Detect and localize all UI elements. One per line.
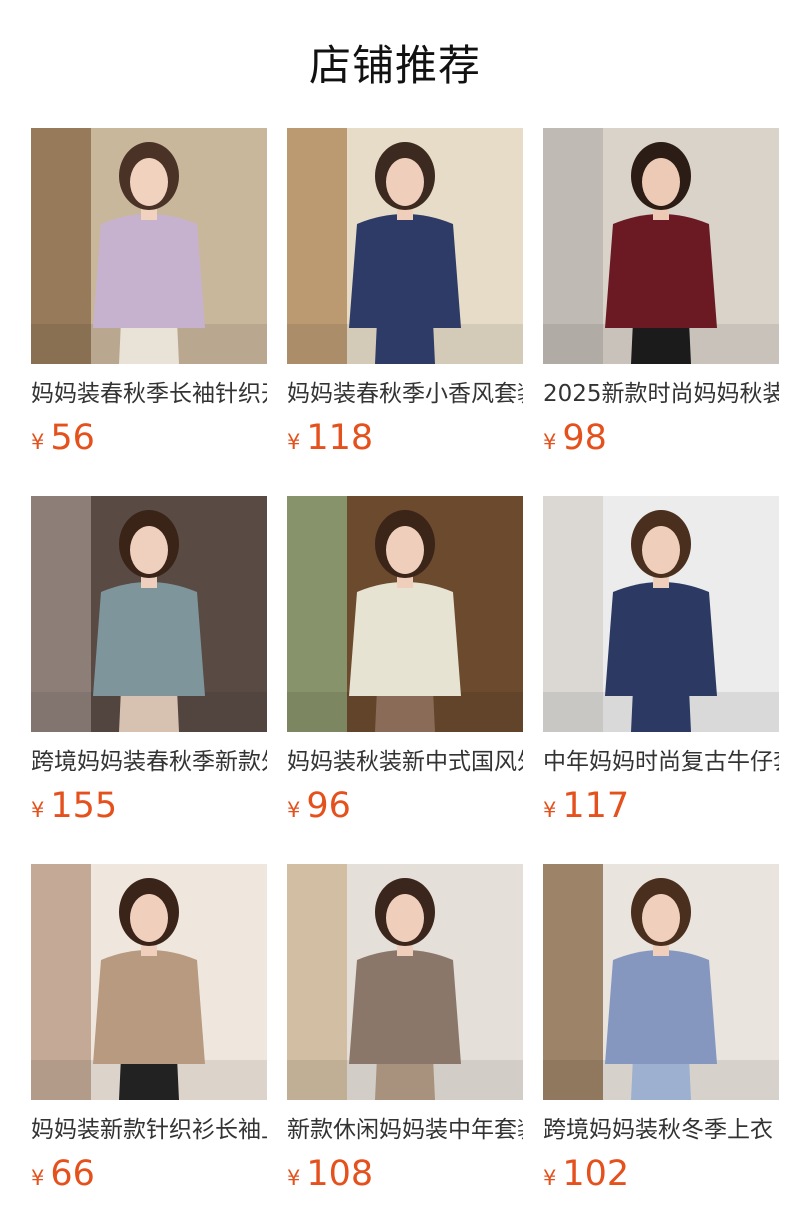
price-amount: 117 xyxy=(562,786,630,826)
product-price: ¥102 xyxy=(543,1152,629,1196)
product-card[interactable]: 跨境妈妈装春秋季新款外套 ¥155 xyxy=(31,496,267,836)
price-amount: 108 xyxy=(306,1154,374,1194)
model-face xyxy=(642,894,680,942)
product-card[interactable]: 跨境妈妈装秋冬季上衣 ¥102 xyxy=(543,864,779,1204)
currency-symbol: ¥ xyxy=(31,798,45,822)
model-top xyxy=(349,950,461,1064)
product-image[interactable] xyxy=(287,496,523,732)
model-face xyxy=(386,894,424,942)
product-card[interactable]: 妈妈装秋装新中式国风外套 ¥96 xyxy=(287,496,523,836)
product-card[interactable]: 妈妈装春秋季长袖针织开衫 ¥56 xyxy=(31,128,267,468)
product-image[interactable] xyxy=(287,128,523,364)
model-top xyxy=(605,214,717,328)
product-photo xyxy=(31,496,267,732)
model-top xyxy=(605,950,717,1064)
currency-symbol: ¥ xyxy=(543,798,557,822)
currency-symbol: ¥ xyxy=(543,1166,557,1190)
currency-symbol: ¥ xyxy=(287,798,301,822)
product-card[interactable]: 妈妈装新款针织衫长袖上衣 ¥66 xyxy=(31,864,267,1204)
product-name[interactable]: 妈妈装春秋季长袖针织开衫 xyxy=(31,378,267,410)
product-card[interactable]: 2025新款时尚妈妈秋装 ¥98 xyxy=(543,128,779,468)
product-photo xyxy=(543,864,779,1100)
currency-symbol: ¥ xyxy=(287,430,301,454)
model-top xyxy=(349,582,461,696)
product-photo xyxy=(543,128,779,364)
model-face xyxy=(642,526,680,574)
model-face xyxy=(130,526,168,574)
product-price: ¥108 xyxy=(287,1152,373,1196)
product-image[interactable] xyxy=(543,128,779,364)
product-name[interactable]: 跨境妈妈装秋冬季上衣 xyxy=(543,1114,779,1146)
price-amount: 102 xyxy=(562,1154,630,1194)
product-name[interactable]: 跨境妈妈装春秋季新款外套 xyxy=(31,746,267,778)
product-name[interactable]: 妈妈装新款针织衫长袖上衣 xyxy=(31,1114,267,1146)
product-price: ¥155 xyxy=(31,784,117,828)
price-amount: 155 xyxy=(50,786,118,826)
model-face xyxy=(386,158,424,206)
price-amount: 98 xyxy=(562,418,607,458)
product-price: ¥56 xyxy=(31,416,95,460)
product-grid: 妈妈装春秋季长袖针织开衫 ¥56 妈妈装春秋季小香风套装 ¥118 2025新款… xyxy=(0,0,790,1232)
product-card[interactable]: 妈妈装春秋季小香风套装 ¥118 xyxy=(287,128,523,468)
product-image[interactable] xyxy=(287,864,523,1100)
model-top xyxy=(93,582,205,696)
model-face xyxy=(130,158,168,206)
model-top xyxy=(349,214,461,328)
currency-symbol: ¥ xyxy=(31,430,45,454)
product-card[interactable]: 中年妈妈时尚复古牛仔套装 ¥117 xyxy=(543,496,779,836)
price-amount: 66 xyxy=(50,1154,95,1194)
product-price: ¥96 xyxy=(287,784,351,828)
product-name[interactable]: 2025新款时尚妈妈秋装 xyxy=(543,378,779,410)
model-top xyxy=(93,214,205,328)
product-price: ¥118 xyxy=(287,416,373,460)
product-price: ¥98 xyxy=(543,416,607,460)
product-card[interactable]: 新款休闲妈妈装中年套装 ¥108 xyxy=(287,864,523,1204)
currency-symbol: ¥ xyxy=(287,1166,301,1190)
product-photo xyxy=(287,128,523,364)
price-amount: 56 xyxy=(50,418,95,458)
product-name[interactable]: 妈妈装秋装新中式国风外套 xyxy=(287,746,523,778)
product-image[interactable] xyxy=(31,128,267,364)
product-name[interactable]: 妈妈装春秋季小香风套装 xyxy=(287,378,523,410)
model-face xyxy=(130,894,168,942)
product-image[interactable] xyxy=(543,496,779,732)
product-name[interactable]: 新款休闲妈妈装中年套装 xyxy=(287,1114,523,1146)
product-photo xyxy=(287,496,523,732)
product-price: ¥117 xyxy=(543,784,629,828)
model-top xyxy=(605,582,717,696)
product-photo xyxy=(543,496,779,732)
product-photo xyxy=(31,864,267,1100)
product-image[interactable] xyxy=(31,864,267,1100)
product-image[interactable] xyxy=(543,864,779,1100)
model-top xyxy=(93,950,205,1064)
currency-symbol: ¥ xyxy=(543,430,557,454)
product-image[interactable] xyxy=(31,496,267,732)
product-price: ¥66 xyxy=(31,1152,95,1196)
model-face xyxy=(386,526,424,574)
price-amount: 96 xyxy=(306,786,351,826)
price-amount: 118 xyxy=(306,418,374,458)
product-photo xyxy=(287,864,523,1100)
model-face xyxy=(642,158,680,206)
product-name[interactable]: 中年妈妈时尚复古牛仔套装 xyxy=(543,746,779,778)
currency-symbol: ¥ xyxy=(31,1166,45,1190)
product-photo xyxy=(31,128,267,364)
